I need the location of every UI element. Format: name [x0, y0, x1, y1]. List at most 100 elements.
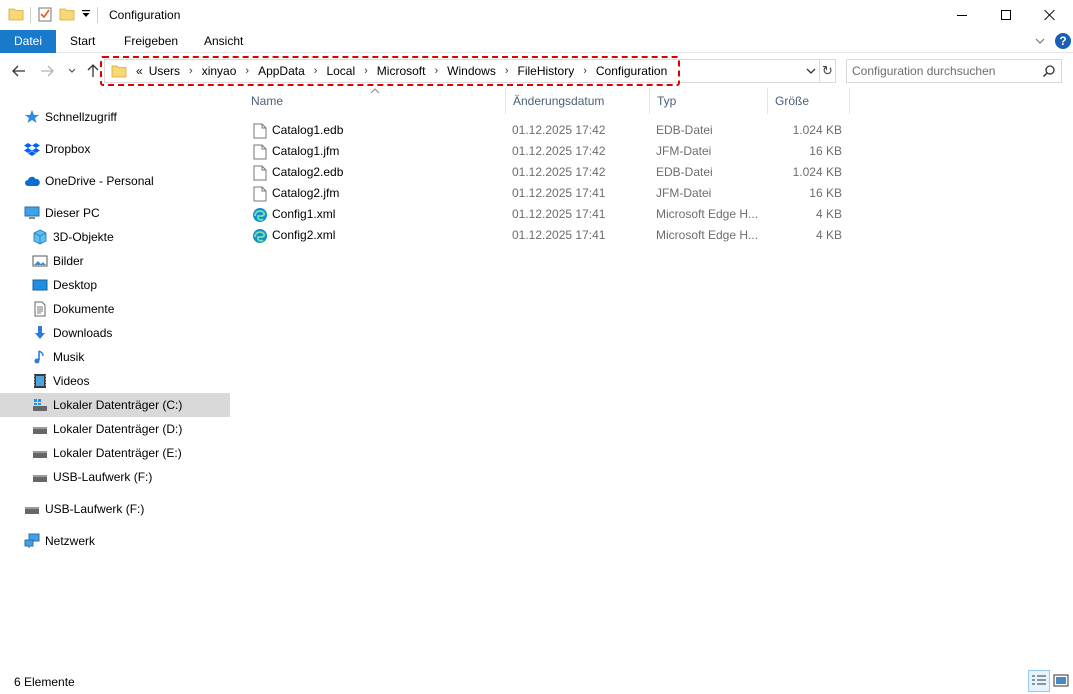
item-count: 6 Elemente: [14, 675, 75, 689]
arrow-up-icon: [87, 64, 99, 77]
column-header-name[interactable]: Name: [244, 88, 506, 114]
back-button[interactable]: [10, 62, 28, 80]
sidebar-item-drive-e[interactable]: Lokaler Datenträger (E:): [0, 441, 230, 465]
file-name: Catalog2.jfm: [272, 186, 340, 200]
file-name: Catalog2.edb: [272, 165, 344, 179]
file-icon: [252, 186, 268, 202]
file-date: 01.12.2025 17:42: [512, 165, 606, 179]
explorer-window: Configuration Datei Start Freigeben Ansi…: [0, 0, 1073, 694]
large-icons-view-button[interactable]: [1050, 670, 1072, 692]
search-input[interactable]: [852, 63, 1032, 79]
file-size: 1.024 KB: [792, 165, 842, 179]
large-icons-view-icon: [1053, 674, 1069, 687]
sidebar-item-drive-d[interactable]: Lokaler Datenträger (D:): [0, 417, 230, 441]
column-header-date[interactable]: Änderungsdatum: [506, 88, 650, 114]
sidebar-item-netzwerk[interactable]: Netzwerk: [0, 529, 230, 553]
sidebar-item-usb-f[interactable]: USB-Laufwerk (F:): [0, 465, 230, 489]
tab-freigeben[interactable]: Freigeben: [110, 30, 192, 53]
details-view-icon: [1032, 675, 1046, 685]
address-highlight-annotation: [100, 56, 680, 86]
edge-icon: [252, 228, 268, 244]
search-icon[interactable]: [1042, 64, 1056, 78]
sidebar-item-dropbox[interactable]: Dropbox: [0, 137, 230, 161]
sidebar-item-3d-objekte[interactable]: 3D-Objekte: [0, 225, 230, 249]
file-icon: [252, 144, 268, 160]
sidebar-item-videos[interactable]: Videos: [0, 369, 230, 393]
window-title: Configuration: [109, 8, 181, 22]
document-icon: [32, 301, 48, 317]
tab-start[interactable]: Start: [56, 30, 109, 53]
file-icon: [252, 165, 268, 181]
qat-separator: [30, 7, 31, 23]
table-row[interactable]: Catalog2.jfm 01.12.2025 17:41 JFM-Datei …: [244, 183, 844, 204]
sidebar-item-label: USB-Laufwerk (F:): [45, 502, 145, 516]
pictures-icon: [32, 253, 48, 269]
new-folder-icon[interactable]: [59, 6, 75, 25]
sidebar-item-label: Dropbox: [45, 142, 91, 156]
sidebar-item-label: Dieser PC: [45, 206, 100, 220]
file-date: 01.12.2025 17:41: [512, 186, 606, 200]
title-bar: Configuration: [0, 0, 1073, 30]
dropbox-icon: [24, 141, 40, 157]
video-icon: [32, 373, 48, 389]
file-date: 01.12.2025 17:42: [512, 144, 606, 158]
star-icon: [24, 109, 40, 125]
sidebar-item-musik[interactable]: Musik: [0, 345, 230, 369]
arrow-right-icon: [41, 65, 54, 77]
file-size: 16 KB: [809, 186, 842, 200]
sidebar-item-label: Dokumente: [53, 302, 115, 316]
help-icon[interactable]: ?: [1055, 33, 1071, 49]
sidebar-item-dieser-pc[interactable]: Dieser PC: [0, 201, 230, 225]
sidebar-item-label: Netzwerk: [45, 534, 96, 548]
address-history-chevron-down-icon[interactable]: [805, 65, 817, 77]
close-button[interactable]: [1027, 0, 1073, 30]
file-date: 01.12.2025 17:41: [512, 228, 606, 242]
chevron-down-icon: [68, 68, 76, 73]
details-view-button[interactable]: [1028, 670, 1050, 692]
sidebar-item-schnellzugriff[interactable]: Schnellzugriff: [0, 105, 230, 129]
refresh-icon[interactable]: ↻: [819, 60, 835, 82]
maximize-button[interactable]: [983, 0, 1029, 30]
customize-qat-icon[interactable]: [81, 8, 91, 22]
drive-icon: [32, 445, 48, 461]
navigation-pane: Schnellzugriff Dropbox OneDrive - Person…: [0, 100, 234, 660]
file-size: 1.024 KB: [792, 123, 842, 137]
recent-locations-button[interactable]: [63, 62, 81, 80]
file-type: Microsoft Edge H...: [656, 228, 759, 242]
sidebar-item-downloads[interactable]: Downloads: [0, 321, 230, 345]
sidebar-item-onedrive[interactable]: OneDrive - Personal: [0, 169, 230, 193]
table-row[interactable]: Catalog2.edb 01.12.2025 17:42 EDB-Datei …: [244, 162, 844, 183]
sidebar-item-drive-c[interactable]: Lokaler Datenträger (C:): [0, 393, 230, 417]
drive-c-icon: [32, 397, 48, 413]
arrow-left-icon: [12, 65, 25, 77]
table-row[interactable]: Config2.xml 01.12.2025 17:41 Microsoft E…: [244, 225, 844, 246]
search-box[interactable]: [846, 59, 1062, 83]
desktop-icon: [32, 277, 48, 293]
file-name: Catalog1.jfm: [272, 144, 340, 158]
properties-icon[interactable]: [37, 6, 53, 25]
sidebar-item-usb-f-root[interactable]: USB-Laufwerk (F:): [0, 497, 230, 521]
sidebar-item-label: USB-Laufwerk (F:): [53, 470, 153, 484]
table-row[interactable]: Catalog1.edb 01.12.2025 17:42 EDB-Datei …: [244, 120, 844, 141]
table-row[interactable]: Catalog1.jfm 01.12.2025 17:42 JFM-Datei …: [244, 141, 844, 162]
cube-icon: [32, 229, 48, 245]
file-type: JFM-Datei: [656, 186, 712, 200]
file-date: 01.12.2025 17:42: [512, 123, 606, 137]
column-header-type[interactable]: Typ: [650, 88, 768, 114]
table-row[interactable]: Config1.xml 01.12.2025 17:41 Microsoft E…: [244, 204, 844, 225]
file-name: Config2.xml: [272, 228, 336, 242]
file-type: EDB-Datei: [656, 165, 713, 179]
minimize-button[interactable]: [939, 0, 985, 30]
sidebar-item-desktop[interactable]: Desktop: [0, 273, 230, 297]
forward-button[interactable]: [38, 62, 56, 80]
expand-ribbon-chevron-down-icon[interactable]: [1034, 35, 1046, 47]
tab-ansicht[interactable]: Ansicht: [190, 30, 257, 53]
column-header-size[interactable]: Größe: [768, 88, 850, 114]
minimize-icon: [957, 14, 967, 16]
sidebar-item-bilder[interactable]: Bilder: [0, 249, 230, 273]
sidebar-item-dokumente[interactable]: Dokumente: [0, 297, 230, 321]
file-type: Microsoft Edge H...: [656, 207, 759, 221]
status-bar: 6 Elemente: [0, 670, 1073, 694]
tab-datei[interactable]: Datei: [0, 30, 56, 53]
edge-icon: [252, 207, 268, 223]
